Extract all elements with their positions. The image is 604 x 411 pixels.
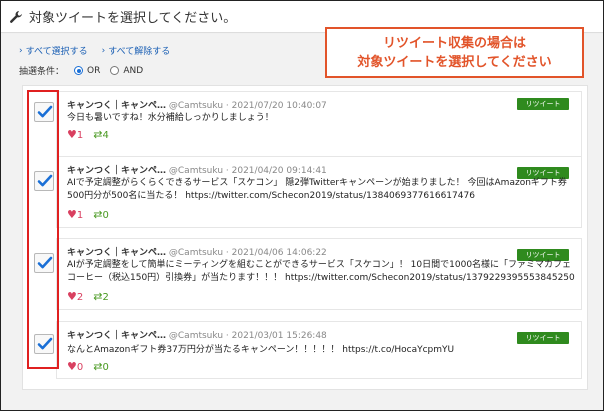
- like-count: 1: [76, 130, 84, 141]
- selection-links: › すべて選択する › すべて解除する: [19, 44, 171, 58]
- tweet-author-name: キャンつく｜キャンペ…: [67, 101, 167, 111]
- tweet-card: キャンつく｜キャンペ… @Camtsuku · 2021/03/01 15:26…: [56, 321, 582, 379]
- tweet-handle: @Camtsuku: [168, 331, 224, 341]
- heart-icon: ♥: [67, 128, 77, 141]
- condition-label: 抽選条件：: [19, 67, 65, 77]
- chevron-right-icon: ›: [101, 45, 106, 56]
- tweet-handle: @Camtsuku: [168, 101, 224, 111]
- retweet-count: 0: [102, 210, 109, 221]
- tweet-card: キャンつく｜キャンペ… @Camtsuku · 2021/07/20 10:40…: [56, 91, 582, 159]
- checkbox-highlight-outline: [27, 90, 59, 369]
- tweet-handle: @Camtsuku: [168, 248, 224, 258]
- tweet-text: AIで予定調整がらくらくできるサービス「スケコン」 隠2弾Twitterキャンペ…: [67, 178, 567, 201]
- retweet-badge: リツイート: [517, 332, 569, 344]
- retweet-badge: リツイート: [517, 98, 569, 110]
- or-label: OR: [87, 65, 101, 76]
- deselect-all-label: すべて解除する: [108, 47, 171, 57]
- select-all-link[interactable]: › すべて選択する: [19, 44, 88, 58]
- tweet-author-name: キャンつく｜キャンペ…: [67, 248, 167, 258]
- tweet-author-name: キャンつく｜キャンペ…: [67, 331, 167, 341]
- heart-icon: ♥: [67, 290, 77, 303]
- callout-line-2: 対象ツイートを選択してください: [357, 54, 552, 70]
- tweet-stats: ♥0 ⇄0: [67, 360, 109, 373]
- tweet-handle: @Camtsuku: [168, 166, 224, 176]
- tweet-meta: キャンつく｜キャンペ… @Camtsuku · 2021/03/01 15:26…: [67, 328, 327, 341]
- tweet-stats: ♥1 ⇄0: [67, 208, 109, 221]
- retweet-count: 2: [102, 292, 109, 303]
- and-radio[interactable]: [110, 66, 120, 75]
- like-count: 1: [76, 210, 84, 221]
- tweet-date: · 2021/04/06 14:06:22: [225, 248, 327, 258]
- retweet-count: 0: [102, 362, 109, 373]
- page-title: 対象ツイートを選択してください。: [29, 11, 237, 26]
- like-count: 0: [76, 362, 84, 373]
- tweet-stats: ♥2 ⇄2: [67, 290, 109, 303]
- tweet-stats: ♥1 ⇄4: [67, 128, 109, 141]
- tweet-meta: キャンつく｜キャンペ… @Camtsuku · 2021/04/06 14:06…: [67, 245, 327, 258]
- tweet-text: 今日も暑いですね！水分補給しっかりしましょう！: [67, 113, 274, 123]
- and-label: AND: [123, 65, 144, 76]
- heart-icon: ♥: [67, 208, 77, 221]
- tweet-card: キャンつく｜キャンペ… @Camtsuku · 2021/04/20 09:14…: [56, 156, 582, 228]
- like-count: 2: [76, 292, 84, 303]
- or-radio[interactable]: [74, 66, 84, 75]
- tweet-date: · 2021/03/01 15:26:48: [225, 331, 327, 341]
- retweet-count: 4: [102, 130, 109, 141]
- chevron-right-icon: ›: [19, 45, 23, 56]
- deselect-all-link[interactable]: › すべて解除する: [101, 44, 171, 58]
- annotation-callout: リツイート収集の場合は 対象ツイートを選択してください: [325, 27, 584, 78]
- select-all-label: すべて選択する: [25, 47, 88, 57]
- tweet-meta: キャンつく｜キャンペ… @Camtsuku · 2021/04/20 09:14…: [67, 163, 327, 176]
- tweet-text: AIが予定調整をして簡単にミーティングを組むことができるサービス「スケコン」！ …: [67, 260, 575, 283]
- tweet-text: なんとAmazonギフト券37万円分が当たるキャンペーン！！！！！ https:…: [67, 345, 455, 355]
- callout-line-1: リツイート収集の場合は: [382, 35, 526, 51]
- tweet-author-name: キャンつく｜キャンペ…: [67, 166, 167, 176]
- tweet-date: · 2021/07/20 10:40:07: [225, 101, 327, 111]
- wrench-icon: [10, 10, 22, 23]
- lottery-condition: 抽選条件： OR AND: [19, 64, 144, 78]
- tweet-date: · 2021/04/20 09:14:41: [225, 166, 327, 176]
- tweet-meta: キャンつく｜キャンペ… @Camtsuku · 2021/07/20 10:40…: [67, 98, 327, 111]
- tweet-card: キャンつく｜キャンペ… @Camtsuku · 2021/04/06 14:06…: [56, 238, 582, 310]
- heart-icon: ♥: [67, 360, 77, 373]
